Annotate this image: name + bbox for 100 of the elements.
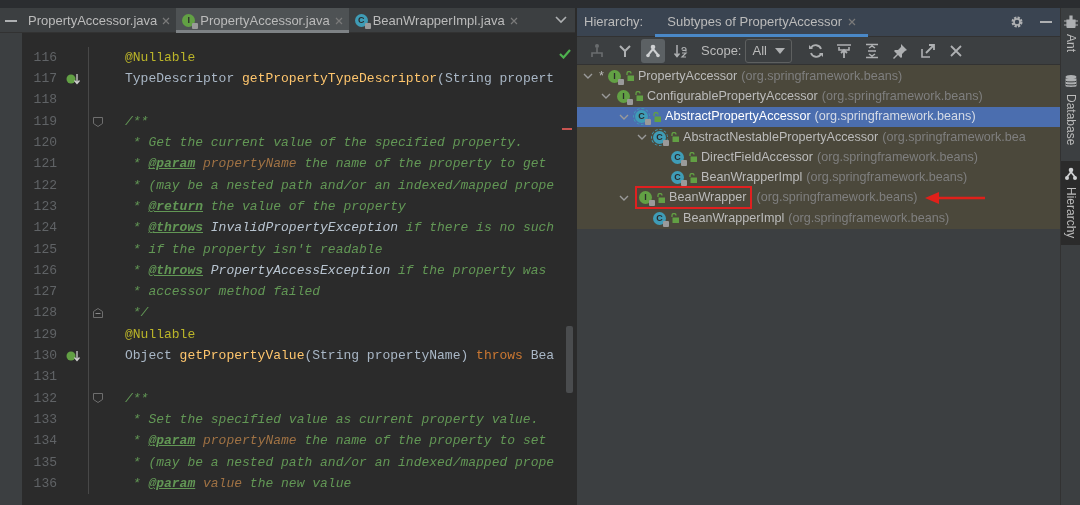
line-number: 136 [32, 474, 57, 493]
tree-item[interactable]: I ConfigurablePropertyAccessor (org.springframework.beans) [577, 86, 1060, 107]
line-number: 126 [32, 261, 57, 280]
fold-icon[interactable] [92, 116, 103, 127]
ant-icon [1064, 14, 1078, 28]
code-line: */ [131, 304, 149, 323]
code-line: * @param value the new value [131, 474, 352, 493]
check-icon [559, 49, 571, 59]
line-number: 134 [32, 432, 57, 451]
line-number: 135 [32, 453, 57, 472]
tree-item[interactable]: C DirectFieldAccessor (org.springframework.beans) [577, 147, 1060, 168]
package-name: (org.springframework.beans) [814, 108, 976, 126]
code-line: * @throws InvalidPropertyException if there is no such [131, 219, 555, 238]
pin-icon [891, 42, 908, 59]
interface-icon: I [617, 89, 630, 103]
subtypes-button[interactable] [641, 38, 665, 63]
gutter-marker-icon[interactable] [65, 349, 80, 362]
interface-icon: I [639, 191, 652, 205]
code-line: * @return the value of the property [131, 197, 406, 216]
package-name: (org.springframework.bea [882, 128, 1026, 146]
tree-item[interactable]: * I PropertyAccessor (org.springframework.beans) [577, 66, 1060, 87]
hierarchy-tab[interactable]: Subtypes of PropertyAccessor [655, 7, 869, 37]
line-number: 133 [32, 410, 57, 429]
package-name: (org.springframework.beans) [806, 169, 968, 187]
tree-item[interactable]: C AbstractNestablePropertyAccessor (org.springframework.bea [577, 126, 1060, 148]
line-number: 132 [32, 389, 57, 408]
line-number: 117 [32, 70, 57, 89]
open-in-window-icon [919, 42, 936, 59]
class-name: AbstractNestablePropertyAccessor [683, 128, 879, 146]
interface-icon: I [182, 14, 196, 27]
unlock-icon [652, 111, 661, 122]
line-number: 129 [32, 325, 57, 344]
line-number: 116 [32, 48, 57, 67]
minimize-icon[interactable] [5, 19, 17, 22]
settings-icon[interactable] [1010, 15, 1024, 29]
line-number: 120 [32, 134, 57, 153]
code-line: @Nullable [124, 48, 196, 67]
close-icon[interactable] [162, 16, 171, 25]
line-number: 131 [32, 368, 57, 387]
tree-marker: * [599, 67, 604, 85]
line-number: 121 [32, 155, 57, 174]
class-name: ConfigurablePropertyAccessor [647, 88, 818, 105]
class-name: PropertyAccessor [637, 67, 738, 85]
class-name: BeanWrapperImpl [683, 209, 785, 227]
line-number: 130 [32, 347, 57, 366]
panel-label: Hierarchy: [583, 13, 645, 32]
class-name: AbstractPropertyAccessor [665, 108, 811, 126]
close-icon[interactable] [848, 18, 857, 26]
code-line: * (may be a nested path and/or an indexed/mapped prope [131, 176, 555, 195]
line-number: 125 [32, 240, 57, 259]
unlock-icon [670, 132, 679, 143]
tool-window-button[interactable]: Ant [1061, 8, 1080, 58]
line-number: 123 [32, 197, 57, 216]
caret-icon [774, 47, 785, 54]
tree-item[interactable]: I BeanWrapper (org.springframework.beans) [577, 187, 1060, 209]
line-number: 118 [32, 91, 57, 110]
line-number: 122 [32, 176, 57, 195]
scope-label: Scope: [701, 41, 742, 60]
tree-item[interactable]: C BeanWrapperImpl (org.springframework.beans) [577, 208, 1060, 229]
line-number: 124 [32, 219, 57, 238]
unlock-icon [624, 71, 634, 82]
line-number: 128 [32, 304, 57, 323]
editor-tab[interactable]: I PropertyAccessor.java [176, 8, 349, 33]
class-icon: C [354, 14, 368, 27]
class-icon: C [653, 211, 666, 225]
tree-item[interactable]: C BeanWrapperImpl (org.springframework.beans) [577, 167, 1060, 188]
abstract-class-icon: C [635, 110, 648, 124]
export-icon [835, 42, 852, 59]
subtypes-icon [645, 42, 661, 59]
close-icon[interactable] [509, 16, 518, 25]
code-line: /** [124, 112, 149, 131]
code-line: @Nullable [124, 325, 196, 344]
tool-window-button[interactable]: Hierarchy [1061, 161, 1080, 245]
code-line: * Get the current value of the specified property. [131, 134, 523, 153]
editor-tab[interactable]: C BeanWrapperImpl.java [348, 8, 524, 33]
fold-icon[interactable] [92, 393, 103, 404]
scrollbar-thumb[interactable] [566, 326, 573, 393]
chevron-down-icon[interactable] [555, 16, 567, 24]
code-line: * accessor method failed [131, 283, 321, 302]
close-icon [947, 42, 964, 59]
unlock-icon [688, 152, 697, 163]
gutter-marker-icon[interactable] [65, 72, 80, 85]
fold-icon[interactable] [92, 308, 103, 319]
tree-item[interactable]: C AbstractPropertyAccessor (org.springframework.beans) [577, 106, 1060, 127]
tool-window-button[interactable]: Database [1061, 68, 1080, 152]
class-name: BeanWrapperImpl [701, 169, 803, 187]
interface-icon: I [607, 69, 621, 83]
editor-tab[interactable]: PropertyAccessor.java [22, 8, 177, 33]
sort-icon [673, 42, 689, 59]
code-line: * (may be a nested path and/or an indexed/mapped prope [131, 453, 555, 472]
class-name: BeanWrapper [669, 189, 747, 207]
package-name: (org.springframework.beans) [741, 67, 903, 85]
class-name: DirectFieldAccessor [701, 148, 813, 166]
code-line: * @throws PropertyAccessException if the property was [131, 261, 547, 280]
unlock-icon [634, 91, 643, 102]
arrow-icon [925, 191, 986, 204]
package-name: (org.springframework.beans) [821, 88, 983, 105]
unlock-icon [670, 213, 679, 224]
scope-dropdown[interactable]: All [745, 38, 792, 63]
code-line: * if the property isn't readable [131, 240, 383, 259]
